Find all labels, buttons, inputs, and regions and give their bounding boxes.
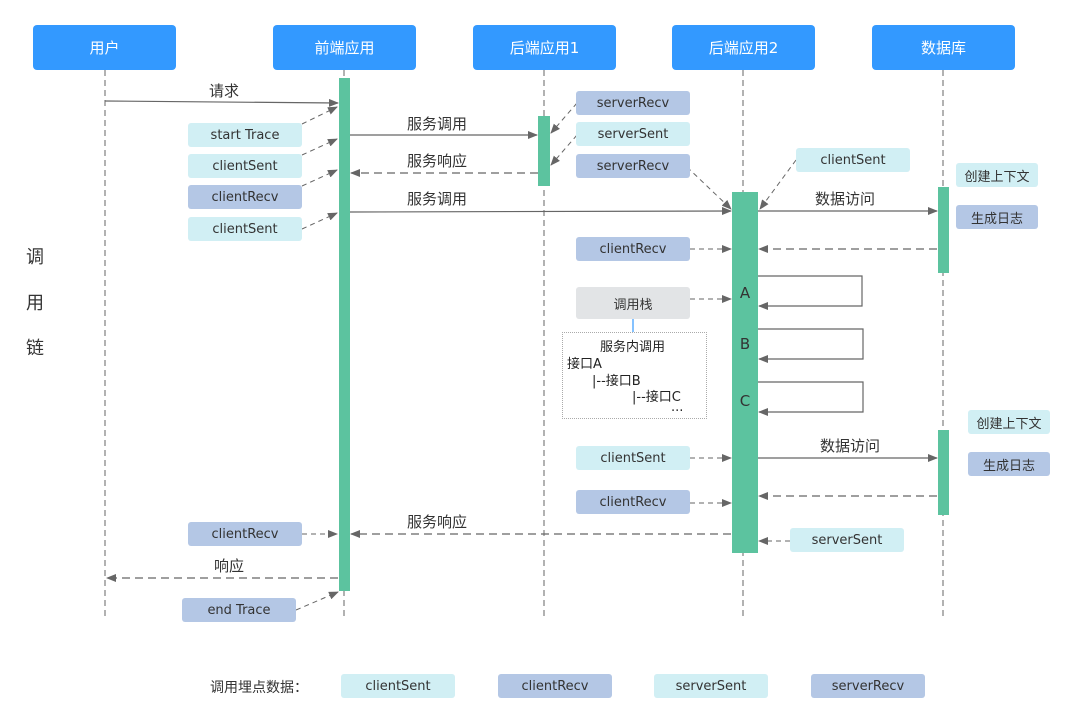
- legend-client-sent: clientSent: [341, 674, 455, 698]
- side-title-char-2: 用: [26, 293, 44, 314]
- tag-b2-client-sent-2: clientSent: [576, 446, 690, 470]
- lane-header-backend1: 后端应用1: [473, 25, 616, 70]
- message-response: 响应: [214, 557, 245, 575]
- activation-backend1: [538, 116, 550, 186]
- message-service-call-2: 服务调用: [407, 190, 468, 208]
- tag-fe-client-recv-2: clientRecv: [188, 522, 302, 546]
- self-call-b: [758, 328, 864, 363]
- side-title-char-1: 调: [26, 247, 44, 268]
- self-call-label-a: A: [739, 284, 751, 302]
- call-stack-note: 服务内调用 接口A |--接口B |--接口C ...: [562, 332, 707, 419]
- lane-header-database: 数据库: [872, 25, 1015, 70]
- tag-db-create-context-2: 创建上下文: [968, 410, 1050, 434]
- tag-b2-client-recv-1: clientRecv: [576, 237, 690, 261]
- tag-b1-server-sent: serverSent: [576, 122, 690, 146]
- sequence-diagram-canvas: [104, 70, 949, 617]
- tag-fe-client-sent-2: clientSent: [188, 217, 302, 241]
- tag-b2-client-sent-1: clientSent: [796, 148, 910, 172]
- activation-frontend: [339, 78, 350, 591]
- message-service-response-2: 服务响应: [407, 513, 468, 531]
- arrow-request: [104, 98, 339, 107]
- message-data-access-2: 数据访问: [820, 437, 881, 455]
- tag-db-gen-log-2: 生成日志: [968, 452, 1050, 476]
- lane-header-user: 用户: [33, 25, 176, 70]
- legend-label: 调用埋点数据：: [210, 680, 308, 696]
- tag-b2-server-sent: serverSent: [790, 528, 904, 552]
- tag-start-trace: start Trace: [188, 123, 302, 147]
- tag-db-create-context-1: 创建上下文: [956, 163, 1038, 187]
- self-call-c: [758, 381, 864, 416]
- lane-header-backend2: 后端应用2: [672, 25, 815, 70]
- activation-database-1: [938, 187, 949, 273]
- tag-fe-client-recv-1: clientRecv: [188, 185, 302, 209]
- connector-fe-client-sent-1: [301, 138, 338, 156]
- message-service-response-1: 服务响应: [407, 152, 468, 170]
- connector-b2-client-sent-1: [759, 159, 797, 210]
- connector-b2-server-recv: [686, 166, 732, 210]
- connector-end-trace: [295, 591, 339, 611]
- connector-b1-server-sent: [550, 134, 578, 166]
- legend-client-recv: clientRecv: [498, 674, 612, 698]
- connector-fe-client-sent-2: [301, 212, 338, 230]
- self-call-a: [758, 275, 863, 310]
- tag-b2-server-recv: serverRecv: [576, 154, 690, 178]
- activation-backend2: [732, 192, 758, 553]
- lane-header-frontend: 前端应用: [273, 25, 416, 70]
- tag-b2-client-recv-2: clientRecv: [576, 490, 690, 514]
- tag-end-trace: end Trace: [182, 598, 296, 622]
- message-request: 请求: [209, 82, 240, 100]
- arrow-service-call-2: [349, 207, 732, 216]
- self-call-label-c: C: [739, 392, 751, 410]
- legend-server-recv: serverRecv: [811, 674, 925, 698]
- legend-server-sent: serverSent: [654, 674, 768, 698]
- connector-b1-server-recv: [550, 102, 578, 134]
- self-call-label-b: B: [739, 335, 751, 353]
- message-service-call-1: 服务调用: [407, 115, 468, 133]
- connector-fe-client-recv-1: [301, 169, 338, 187]
- tag-b1-server-recv: serverRecv: [576, 91, 690, 115]
- message-data-access-1: 数据访问: [815, 190, 876, 208]
- connector-start-trace: [301, 106, 338, 125]
- side-title-char-3: 链: [26, 338, 44, 359]
- note-title: 服务内调用: [600, 340, 666, 355]
- tag-fe-client-sent-1: clientSent: [188, 154, 302, 178]
- tag-call-stack: 调用栈: [576, 287, 690, 319]
- activation-database-2: [938, 430, 949, 515]
- note-line-ellipsis: ...: [671, 400, 684, 415]
- tag-db-gen-log-1: 生成日志: [956, 205, 1038, 229]
